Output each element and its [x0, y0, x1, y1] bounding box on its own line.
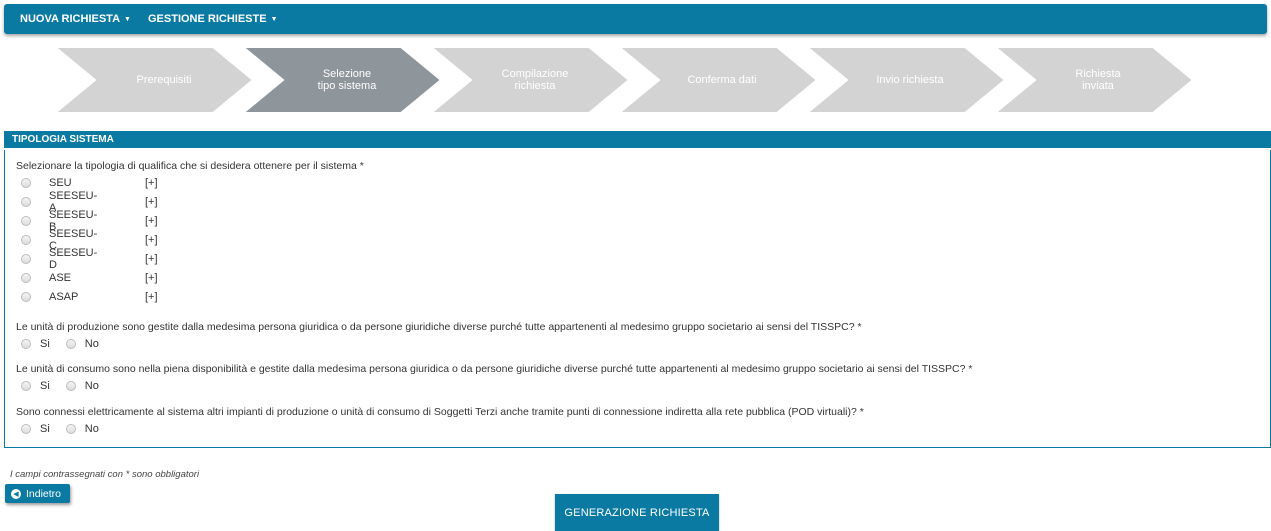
arrow-left-circle-icon: ◀: [11, 488, 21, 499]
radio-seeseu-b[interactable]: [21, 216, 31, 226]
expand-link[interactable]: [+]: [145, 253, 158, 265]
expand-link[interactable]: [+]: [145, 234, 158, 246]
yes-no-production-units: Si No: [21, 337, 115, 351]
question-production-units: Le unità di produzione sono gestite dall…: [16, 321, 862, 333]
option-seeseu-d: SEESEU-D [+]: [21, 247, 158, 271]
radio-third-party-no[interactable]: [65, 424, 76, 434]
step-label-selezione: Selezione tipo sistema: [317, 68, 377, 92]
option-seeseu-c: SEESEU-C [+]: [21, 228, 158, 252]
option-seu: SEU [+]: [21, 175, 158, 191]
no-label: No: [84, 423, 99, 435]
yes-label: Si: [40, 423, 50, 435]
step-label-invio: Invio richiesta: [876, 74, 944, 86]
radio-seeseu-d[interactable]: [21, 254, 31, 264]
generate-request-label: GENERAZIONE RICHIESTA: [564, 506, 710, 519]
top-navbar: NUOVA RICHIESTA ▼ GESTIONE RICHIESTE ▼: [4, 4, 1267, 34]
back-button[interactable]: ◀ Indietro: [5, 484, 70, 503]
question-system-type: Selezionare la tipologia di qualifica ch…: [16, 160, 364, 172]
step-label-inviata: Richiesta inviata: [1075, 68, 1121, 92]
step-label-conferma: Conferma dati: [687, 74, 757, 86]
expand-link[interactable]: [+]: [145, 196, 158, 208]
nav-gestione-richieste[interactable]: GESTIONE RICHIESTE ▼: [148, 4, 278, 34]
radio-asap[interactable]: [21, 292, 31, 302]
expand-link[interactable]: [+]: [145, 272, 158, 284]
yes-label: Si: [40, 338, 50, 350]
required-fields-note: I campi contrassegnati con * sono obblig…: [10, 469, 200, 480]
question-consumption-units: Le unità di consumo sono nella piena dis…: [16, 363, 973, 375]
option-asap: ASAP [+]: [21, 289, 158, 305]
wizard-steps: Prerequisiti Selezione tipo sistema Comp…: [0, 47, 1271, 113]
back-button-label: Indietro: [26, 487, 62, 500]
step-label-prerequisiti: Prerequisiti: [136, 74, 192, 86]
radio-production-no[interactable]: [65, 339, 76, 349]
radio-seeseu-c[interactable]: [21, 235, 31, 245]
caret-down-icon: ▼: [270, 16, 278, 23]
option-ase: ASE [+]: [21, 270, 158, 286]
option-label: ASAP: [49, 291, 79, 303]
yes-no-consumption-units: Si No: [21, 379, 115, 393]
section-body: Selezionare la tipologia di qualifica ch…: [4, 150, 1271, 448]
radio-consumption-no[interactable]: [65, 381, 76, 391]
step-label-compilazione: Compilazione richiesta: [501, 68, 569, 92]
radio-consumption-yes[interactable]: [21, 381, 31, 391]
option-seeseu-b: SEESEU-B [+]: [21, 209, 158, 233]
radio-third-party-yes[interactable]: [21, 424, 31, 434]
option-label: ASE: [49, 272, 72, 284]
radio-production-yes[interactable]: [21, 339, 31, 349]
section-header: TIPOLOGIA SISTEMA: [4, 131, 1271, 148]
radio-ase[interactable]: [21, 273, 31, 283]
expand-link[interactable]: [+]: [145, 215, 158, 227]
nav-gestione-richieste-label: GESTIONE RICHIESTE: [148, 13, 267, 25]
radio-seeseu-a[interactable]: [21, 197, 31, 207]
question-third-party: Sono connessi elettricamente al sistema …: [16, 406, 864, 418]
option-label: SEESEU-D: [49, 247, 98, 271]
option-seeseu-a: SEESEU-A [+]: [21, 190, 158, 214]
expand-link[interactable]: [+]: [145, 177, 158, 189]
option-label: SEU: [49, 177, 72, 189]
yes-no-third-party: Si No: [21, 422, 115, 436]
nav-nuova-richiesta-label: NUOVA RICHIESTA: [20, 13, 121, 25]
nav-nuova-richiesta[interactable]: NUOVA RICHIESTA ▼: [20, 4, 131, 34]
radio-seu[interactable]: [21, 178, 31, 188]
caret-down-icon: ▼: [124, 16, 131, 23]
yes-label: Si: [40, 380, 50, 392]
generate-request-button[interactable]: GENERAZIONE RICHIESTA: [555, 494, 719, 531]
expand-link[interactable]: [+]: [145, 291, 158, 303]
no-label: No: [84, 380, 99, 392]
no-label: No: [84, 338, 99, 350]
